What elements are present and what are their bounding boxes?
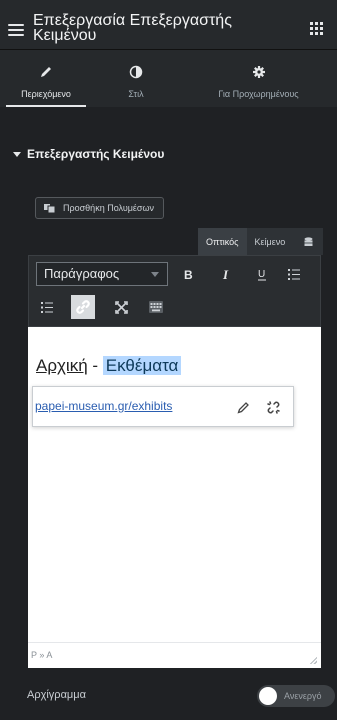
panel-title: Επεξεργασία Επεξεργαστής Κειμένου: [33, 12, 232, 44]
tab-content[interactable]: Περιεχόμενο: [0, 50, 92, 107]
contrast-icon: [129, 65, 143, 79]
editor-toolbar: Παράγραφος B I U: [28, 255, 321, 327]
numbered-list-icon[interactable]: [35, 295, 59, 319]
editor-text[interactable]: Αρχική - Εκθέματα: [36, 356, 182, 376]
tab-advanced[interactable]: Για Προχωρημένους: [180, 50, 337, 107]
edit-link-icon[interactable]: [233, 397, 253, 417]
svg-text:U: U: [258, 269, 265, 280]
section-title: Επεξεργαστής Κειμένου: [27, 147, 165, 161]
tab-style-label: Στιλ: [128, 89, 144, 99]
editor-status-bar: P » A: [28, 642, 321, 668]
format-select[interactable]: Παράγραφος: [36, 262, 168, 286]
editor-selected-text[interactable]: Εκθέματα: [102, 356, 182, 375]
element-path: P » A: [31, 650, 53, 660]
section-toggle[interactable]: Επεξεργαστής Κειμένου: [13, 147, 164, 161]
underline-button[interactable]: U: [250, 262, 274, 286]
editor-link-text[interactable]: Αρχική: [36, 356, 88, 375]
bullet-list-icon[interactable]: [282, 262, 306, 286]
svg-text:B: B: [184, 268, 193, 280]
toggle-state-text: Ανενεργό: [284, 691, 322, 701]
italic-button[interactable]: I: [215, 262, 239, 286]
bold-button[interactable]: B: [176, 262, 200, 286]
menu-icon[interactable]: [8, 24, 24, 36]
resize-handle-icon[interactable]: [309, 656, 317, 664]
tab-visual[interactable]: Οπτικός: [198, 228, 247, 255]
link-popup: papei-museum.gr/exhibits: [32, 386, 294, 427]
svg-text:I: I: [222, 268, 229, 280]
link-url[interactable]: papei-museum.gr/exhibits: [35, 399, 172, 413]
gear-icon: [252, 66, 265, 78]
caret-down-icon: [13, 151, 21, 157]
tab-advanced-label: Για Προχωρημένους: [218, 89, 299, 99]
panel-tabs: Περιεχόμενο Στιλ Για Προχωρημένους: [0, 50, 337, 107]
chevron-down-icon: [151, 272, 159, 277]
add-media-button[interactable]: Προσθήκη Πολυμέσων: [35, 197, 165, 219]
widgets-grid-icon[interactable]: [310, 22, 323, 35]
panel-header: Επεξεργασία Επεξεργαστής Κειμένου: [0, 0, 337, 50]
format-select-value: Παράγραφος: [44, 266, 120, 281]
tab-style[interactable]: Στιλ: [92, 50, 180, 107]
dropcap-label: Αρχίγραμμα: [27, 689, 86, 701]
toggle-knob: [259, 687, 277, 705]
link-icon[interactable]: [71, 295, 95, 319]
pencil-icon: [41, 67, 51, 77]
editor-separator: -: [87, 356, 103, 375]
unlink-icon[interactable]: [263, 397, 283, 417]
editor-content-area[interactable]: Αρχική - Εκθέματα papei-museum.gr/exhibi…: [28, 327, 321, 642]
database-icon[interactable]: [293, 228, 324, 255]
fullscreen-icon[interactable]: [109, 295, 133, 319]
media-icon: [44, 204, 56, 214]
add-media-label: Προσθήκη Πολυμέσων: [63, 203, 155, 213]
dropcap-toggle[interactable]: Ανενεργό: [257, 685, 335, 707]
tab-text[interactable]: Κείμενο: [246, 228, 294, 255]
tab-content-label: Περιεχόμενο: [21, 89, 71, 99]
keyboard-icon[interactable]: [144, 295, 168, 319]
editor-mode-tabs: Οπτικός Κείμενο: [198, 228, 324, 255]
